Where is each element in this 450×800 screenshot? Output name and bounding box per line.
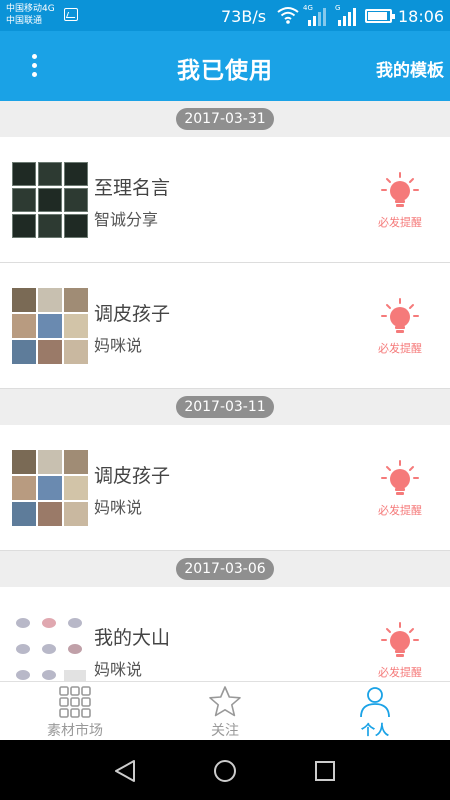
date-header: 2017-03-11: [0, 389, 450, 425]
remind-label: 必发提醒: [378, 216, 422, 229]
remind-label: 必发提醒: [378, 504, 422, 517]
grid-icon: [59, 686, 91, 718]
remind-button[interactable]: 必发提醒: [372, 297, 428, 356]
gallery-icon: [64, 8, 78, 21]
wifi-icon: [277, 7, 299, 24]
star-icon: [209, 686, 241, 717]
tab-label: 素材市场: [47, 723, 103, 739]
tab-personal[interactable]: 个人: [300, 682, 450, 741]
date-header: 2017-03-31: [0, 101, 450, 137]
item-subtitle: 妈咪说: [94, 660, 143, 679]
thumbnail-image: [12, 450, 88, 526]
date-badge: 2017-03-06: [176, 558, 274, 580]
carrier-1: 中国移动4G: [6, 4, 55, 14]
bulb-icon: [381, 460, 419, 495]
item-title: 调皮孩子: [94, 303, 171, 325]
date-header: 2017-03-06: [0, 551, 450, 587]
thumbnail-image: [12, 162, 88, 238]
system-nav-bar: [0, 740, 450, 800]
list-item[interactable]: 调皮孩子 妈咪说 必发提醒: [0, 425, 450, 551]
battery-icon: [365, 9, 395, 23]
item-subtitle: 智诚分享: [94, 210, 159, 229]
remind-label: 必发提醒: [378, 666, 422, 679]
carrier-info: 中国移动4G 中国联通: [6, 3, 55, 27]
tab-label: 关注: [211, 723, 239, 739]
bulb-icon: [381, 298, 419, 333]
app-bar: 我已使用 我的模板: [0, 31, 450, 101]
tab-material-market[interactable]: 素材市场: [0, 682, 150, 741]
my-templates-button[interactable]: 我的模板: [376, 56, 444, 81]
bottom-tab-bar: 素材市场 关注 个人: [0, 681, 450, 740]
clock: 18:06: [398, 7, 445, 26]
tab-follow[interactable]: 关注: [150, 682, 300, 741]
remind-label: 必发提醒: [378, 342, 422, 355]
remind-button[interactable]: 必发提醒: [372, 459, 428, 518]
signal-icon-2: [338, 8, 356, 26]
date-badge: 2017-03-31: [176, 108, 274, 130]
network-speed: 73B/s: [221, 7, 267, 26]
thumbnail-image: [12, 288, 88, 364]
date-badge: 2017-03-11: [176, 396, 274, 418]
person-icon: [360, 687, 390, 718]
bulb-icon: [381, 622, 419, 657]
bulb-icon: [381, 172, 419, 207]
tab-label: 个人: [361, 723, 389, 739]
remind-button[interactable]: 必发提醒: [372, 621, 428, 680]
item-title: 我的大山: [94, 627, 171, 649]
recents-icon[interactable]: [312, 758, 338, 784]
used-list[interactable]: 2017-03-31 至理名言 智诚分享 必发提醒 调皮孩子 妈咪说 必发提醒 …: [0, 101, 450, 681]
back-icon[interactable]: [112, 758, 138, 784]
carrier-2: 中国联通: [6, 16, 43, 26]
item-title: 调皮孩子: [94, 465, 171, 487]
home-icon[interactable]: [212, 758, 238, 784]
thumbnail-image: [12, 612, 88, 681]
item-subtitle: 妈咪说: [94, 498, 143, 517]
item-title: 至理名言: [94, 177, 171, 199]
item-subtitle: 妈咪说: [94, 336, 143, 355]
list-item[interactable]: 我的大山 妈咪说 必发提醒: [0, 587, 450, 681]
list-item[interactable]: 调皮孩子 妈咪说 必发提醒: [0, 263, 450, 389]
list-item[interactable]: 至理名言 智诚分享 必发提醒: [0, 137, 450, 263]
signal-icon: [308, 8, 326, 26]
status-bar: 中国移动4G 中国联通 73B/s 4G G 18:06: [0, 0, 450, 31]
remind-button[interactable]: 必发提醒: [372, 171, 428, 230]
